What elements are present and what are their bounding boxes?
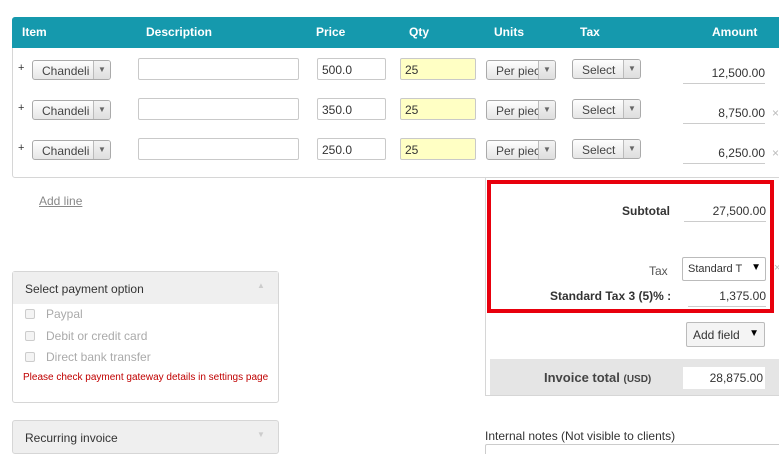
qty-input[interactable]: 25 (400, 98, 476, 120)
price-input[interactable]: 250.0 (317, 138, 386, 160)
payment-option-card[interactable]: Debit or credit card (25, 329, 147, 343)
header-qty: Qty (409, 25, 430, 39)
collapse-icon[interactable]: ▲ (257, 281, 265, 290)
price-input[interactable]: 500.0 (317, 58, 386, 80)
price-input[interactable]: 350.0 (317, 98, 386, 120)
recurring-invoice-title: Recurring invoice (25, 431, 118, 445)
amount-value: 6,250.00 (683, 146, 765, 164)
tax-select[interactable]: Select ▼ (572, 99, 641, 119)
payment-option-bank[interactable]: Direct bank transfer (25, 350, 151, 364)
units-select-value: Per piec (496, 64, 541, 78)
add-field-label: Add field (693, 328, 740, 342)
remove-row-icon[interactable]: × (772, 106, 779, 120)
payment-option-label: Direct bank transfer (46, 350, 151, 364)
chevron-down-icon: ▼ (93, 61, 110, 79)
units-select-value: Per piec (496, 104, 541, 118)
chevron-down-icon: ▼ (749, 328, 759, 339)
checkbox-icon[interactable] (25, 352, 35, 362)
items-table-header: Item Description Price Qty Units Tax Amo… (12, 17, 779, 48)
payment-option-label: Paypal (46, 307, 83, 321)
chevron-down-icon: ▼ (623, 60, 640, 78)
invoice-tax-select[interactable]: Standard T ▼ (682, 257, 766, 281)
header-price: Price (316, 25, 346, 39)
payment-option-label: Debit or credit card (46, 329, 148, 343)
tax-select-value: Select (582, 63, 616, 77)
invoice-total-text: Invoice total (544, 370, 620, 385)
checkbox-icon[interactable] (25, 309, 35, 319)
description-input[interactable] (138, 138, 299, 160)
item-select-value: Chandeli (42, 64, 90, 78)
subtotal-label: Subtotal (622, 204, 670, 218)
qty-input[interactable]: 25 (400, 138, 476, 160)
item-select[interactable]: Chandeli ▼ (32, 140, 111, 160)
amount-value: 8,750.00 (683, 106, 765, 124)
chevron-down-icon: ▼ (93, 101, 110, 119)
header-tax: Tax (580, 25, 600, 39)
remove-row-icon[interactable]: × (772, 146, 779, 160)
chevron-down-icon: ▼ (93, 141, 110, 159)
tax-select-value: Select (582, 103, 616, 117)
table-row: + Chandeli ▼ 500.0 25 Per piec ▼ Select ▼ 1… (12, 58, 779, 100)
table-row: + Chandeli ▼ 350.0 25 Per piec ▼ Select ▼ 8… (12, 98, 779, 140)
header-description: Description (146, 25, 213, 39)
table-row: + Chandeli ▼ 250.0 25 Per piec ▼ Select ▼ 6… (12, 138, 779, 180)
expand-row-icon[interactable]: + (18, 62, 24, 74)
subtotal-value: 27,500.00 (684, 204, 766, 222)
units-select[interactable]: Per piec ▼ (486, 60, 556, 80)
expand-row-icon[interactable]: + (18, 142, 24, 154)
item-select-value: Chandeli (42, 104, 90, 118)
add-line-link[interactable]: Add line (39, 194, 82, 208)
amount-value: 12,500.00 (683, 66, 765, 84)
internal-notes-input[interactable] (485, 444, 779, 454)
chevron-down-icon: ▼ (623, 100, 640, 118)
remove-tax-icon[interactable]: × (774, 262, 779, 274)
payment-option-title: Select payment option (25, 282, 144, 296)
item-select[interactable]: Chandeli ▼ (32, 100, 111, 120)
invoice-tax-select-value: Standard T (688, 263, 743, 275)
standard-tax-label: Standard Tax 3 (5)% : (550, 289, 672, 303)
standard-tax-value: 1,375.00 (688, 289, 766, 307)
payment-option-paypal[interactable]: Paypal (25, 307, 83, 321)
chevron-down-icon: ▼ (538, 141, 555, 159)
invoice-total-label: Invoice total (USD) (544, 370, 651, 385)
internal-notes-label: Internal notes (Not visible to clients) (485, 429, 676, 443)
tax-label: Tax (649, 264, 668, 278)
tax-select-value: Select (582, 143, 616, 157)
description-input[interactable] (138, 98, 299, 120)
units-select-value: Per piec (496, 144, 541, 158)
payment-warning: Please check payment gateway details in … (23, 372, 269, 383)
tax-select[interactable]: Select ▼ (572, 59, 641, 79)
chevron-down-icon[interactable]: ▼ (257, 430, 265, 439)
item-select[interactable]: Chandeli ▼ (32, 60, 111, 80)
expand-row-icon[interactable]: + (18, 102, 24, 114)
add-field-dropdown[interactable]: Add field ▼ (686, 322, 765, 347)
header-units: Units (494, 25, 524, 39)
chevron-down-icon: ▼ (623, 140, 640, 158)
header-amount: Amount (712, 25, 758, 39)
chevron-down-icon: ▼ (751, 262, 761, 273)
header-item: Item (22, 25, 47, 39)
item-select-value: Chandeli (42, 144, 90, 158)
units-select[interactable]: Per piec ▼ (486, 100, 556, 120)
qty-input[interactable]: 25 (400, 58, 476, 80)
invoice-total-currency: (USD) (623, 374, 652, 385)
checkbox-icon[interactable] (25, 331, 35, 341)
units-select[interactable]: Per piec ▼ (486, 140, 556, 160)
invoice-total-value: 28,875.00 (683, 367, 765, 389)
description-input[interactable] (138, 58, 299, 80)
chevron-down-icon: ▼ (538, 61, 555, 79)
tax-select[interactable]: Select ▼ (572, 139, 641, 159)
chevron-down-icon: ▼ (538, 101, 555, 119)
